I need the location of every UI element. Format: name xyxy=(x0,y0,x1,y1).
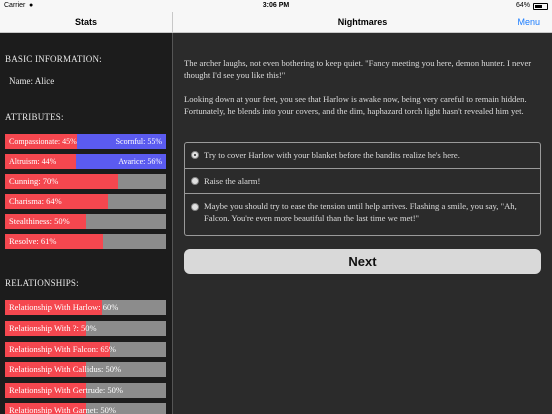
attribute-bar: Charisma: 64% xyxy=(5,194,166,209)
stat-right-label: Scornful: 55% xyxy=(115,136,162,146)
menu-button[interactable]: Menu xyxy=(517,17,540,27)
navigation-bar: Stats Nightmares Menu xyxy=(0,12,552,33)
relationship-bar: Relationship With Gertrude: 50% xyxy=(5,383,166,398)
attribute-label: Stealthiness: 50% xyxy=(9,216,70,226)
choice-text: Try to cover Harlow with your blanket be… xyxy=(204,150,460,160)
story-paragraph: Looking down at your feet, you see that … xyxy=(184,94,527,116)
stat-left-label: Altruism: 44% xyxy=(9,156,57,166)
choice-option[interactable]: Try to cover Harlow with your blanket be… xyxy=(185,143,540,168)
story-title: Nightmares xyxy=(337,17,388,27)
battery-percent: 64% xyxy=(515,2,530,9)
relationships-heading: RELATIONSHIPS: xyxy=(5,278,79,288)
relationship-bar: Relationship With Harlow: 60% xyxy=(5,300,166,315)
radio-button[interactable] xyxy=(191,151,199,159)
choice-text: Maybe you should try to ease the tension… xyxy=(204,201,517,223)
opposed-stat-bar: Altruism: 44% Avarice: 56% xyxy=(5,154,166,169)
attribute-bar: Resolve: 61% xyxy=(5,234,166,249)
clock: 3:06 PM xyxy=(262,2,290,9)
choice-text: Raise the alarm! xyxy=(204,176,261,186)
story-pane[interactable]: The archer laughs, not even bothering to… xyxy=(173,33,552,414)
relationship-bar: Relationship With ?: 50% xyxy=(5,321,166,336)
battery-icon xyxy=(533,3,548,10)
attribute-label: Cunning: 70% xyxy=(9,176,59,186)
stats-sidebar[interactable]: BASIC INFORMATION: Name: Alice ATTRIBUTE… xyxy=(0,33,172,414)
stat-left-label: Compassionate: 45% xyxy=(9,136,77,146)
status-bar: Carrier ● 3:06 PM 64% xyxy=(0,0,552,12)
relationship-label: Relationship With Gertrude: 50% xyxy=(9,385,123,395)
radio-button[interactable] xyxy=(191,177,199,185)
next-button[interactable]: Next xyxy=(184,249,541,274)
relationship-label: Relationship With ?: 50% xyxy=(9,323,97,333)
character-name: Name: Alice xyxy=(9,76,55,86)
attribute-bar: Cunning: 70% xyxy=(5,174,166,189)
choice-option[interactable]: Maybe you should try to ease the tension… xyxy=(185,193,540,235)
choice-list: Try to cover Harlow with your blanket be… xyxy=(184,142,541,236)
radio-button[interactable] xyxy=(191,203,199,211)
attributes-heading: ATTRIBUTES: xyxy=(5,112,64,122)
attribute-label: Resolve: 61% xyxy=(9,236,57,246)
relationship-label: Relationship With Callidus: 50% xyxy=(9,364,122,374)
story-paragraph: The archer laughs, not even bothering to… xyxy=(184,58,532,80)
relationship-label: Relationship With Harlow: 60% xyxy=(9,302,119,312)
stats-title: Stats xyxy=(74,17,97,27)
choice-option[interactable]: Raise the alarm! xyxy=(185,168,540,193)
basic-info-heading: BASIC INFORMATION: xyxy=(5,54,102,64)
attribute-label: Charisma: 64% xyxy=(9,196,62,206)
relationship-bar: Relationship With Callidus: 50% xyxy=(5,362,166,377)
stat-right-label: Avarice: 56% xyxy=(118,156,162,166)
battery-level xyxy=(535,5,543,8)
relationship-label: Relationship With Falcon: 65% xyxy=(9,344,116,354)
attribute-bar: Stealthiness: 50% xyxy=(5,214,166,229)
relationship-bar: Relationship With Garnet: 50% xyxy=(5,403,166,414)
opposed-stat-bar: Compassionate: 45% Scornful: 55% xyxy=(5,134,166,149)
relationship-bar: Relationship With Falcon: 65% xyxy=(5,342,166,357)
relationship-label: Relationship With Garnet: 50% xyxy=(9,405,116,414)
